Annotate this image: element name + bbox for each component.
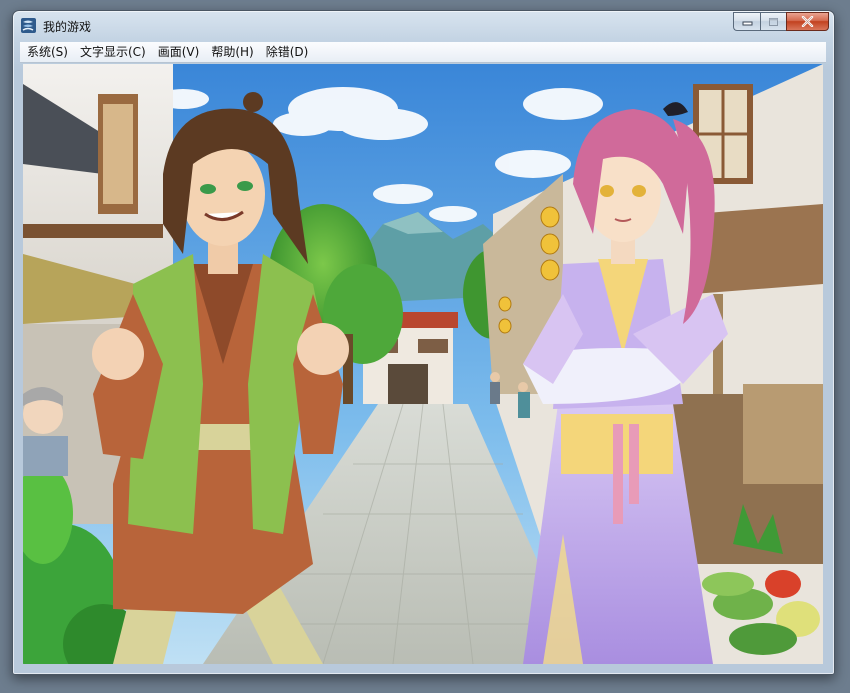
window-title: 我的游戏 [43,20,92,34]
close-button[interactable] [786,12,829,31]
rpg-maker-icon [21,18,36,33]
game-scene [23,64,823,664]
minimize-button[interactable] [733,12,760,31]
menu-help[interactable]: 帮助(H) [205,42,259,62]
title-bar[interactable]: 我的游戏 [13,11,834,39]
menu-screen[interactable]: 画面(V) [152,42,206,62]
menu-debug[interactable]: 除错(D) [260,42,315,62]
menu-bar: 系统(S) 文字显示(C) 画面(V) 帮助(H) 除错(D) [20,42,826,63]
game-canvas[interactable] [23,64,823,664]
maximize-button[interactable] [760,12,786,31]
minimize-icon [742,21,752,26]
menu-system[interactable]: 系统(S) [20,42,74,62]
close-icon [801,16,814,27]
menu-text-display[interactable]: 文字显示(C) [74,42,152,62]
game-window: 我的游戏 系统(S) 文字显示(C) 画面(V) 帮助(H) 除错(D) [12,10,835,675]
caption-buttons [733,12,829,32]
maximize-icon [769,17,778,26]
